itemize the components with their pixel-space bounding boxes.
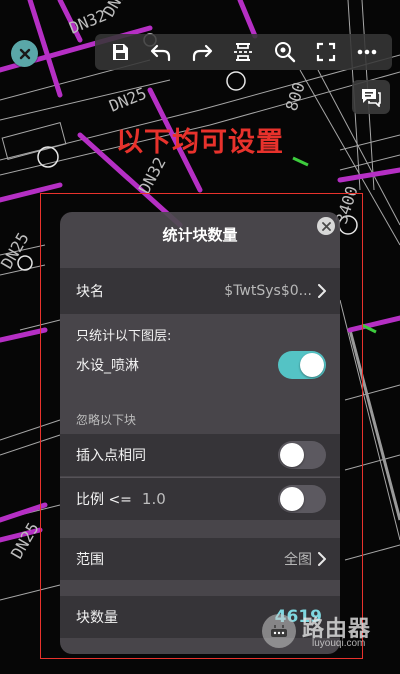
layer-filter-toggle[interactable]: [278, 351, 326, 379]
fullscreen-button[interactable]: [309, 35, 343, 69]
toggle-knob: [300, 353, 324, 377]
block-name-label: 块名: [76, 284, 104, 300]
comment-button[interactable]: [352, 80, 390, 114]
close-icon: [321, 221, 331, 231]
save-icon: [112, 44, 128, 60]
range-label: 范围: [76, 552, 104, 568]
range-value: 全图: [284, 552, 312, 568]
cad-label: DN32: [135, 154, 170, 197]
block-count-dialog: 统计块数量 块名 $TwtSys$0... 只统计以下图层: 水设_喷淋 忽略以…: [60, 212, 340, 654]
annotation-text: 以下均可设置: [116, 127, 284, 158]
cad-label: DN25: [7, 519, 43, 562]
close-drawing-button[interactable]: [11, 40, 38, 67]
chevron-right-icon: [318, 284, 326, 298]
same-insert-label: 插入点相同: [76, 448, 146, 464]
ignore-section-label: 忽略以下块: [76, 413, 137, 427]
same-insert-row: 插入点相同: [60, 434, 340, 476]
redo-button[interactable]: [185, 35, 219, 69]
more-icon: [358, 49, 377, 55]
layer-name: 水设_喷淋: [76, 358, 139, 374]
range-row[interactable]: 范围 全图: [60, 538, 340, 580]
zoom-icon: [274, 42, 295, 63]
toggle-knob: [280, 487, 304, 511]
close-icon: [19, 48, 30, 59]
router-icon: [271, 625, 287, 637]
dialog-close-button[interactable]: [317, 217, 335, 235]
watermark-url: luyouqi.com: [312, 638, 366, 649]
ratio-value-input[interactable]: 1.0: [142, 490, 166, 508]
cad-label: DN25: [0, 229, 33, 272]
layer-row: 水设_喷淋: [60, 348, 340, 382]
ratio-toggle[interactable]: [278, 485, 326, 513]
ratio-row: 比例 <= 1.0: [60, 478, 340, 520]
comment-icon: [362, 89, 381, 107]
cad-label: DN25: [106, 84, 149, 116]
layer-filter-label-row: 只统计以下图层:: [60, 320, 340, 348]
top-toolbar: [95, 34, 392, 70]
undo-icon: [150, 44, 171, 62]
measure-button[interactable]: [226, 35, 260, 69]
ratio-label: 比例 <=: [76, 492, 132, 508]
app-screen: DN32 DN25 DN32 DN25 DN25 DN25 800 3400: [0, 0, 400, 674]
measure-icon: [234, 43, 253, 61]
undo-button[interactable]: [144, 35, 178, 69]
block-count-label: 块数量: [76, 610, 118, 626]
same-insert-toggle[interactable]: [278, 441, 326, 469]
block-name-value: $TwtSys$0...: [224, 283, 312, 299]
fullscreen-icon: [316, 42, 336, 62]
more-button[interactable]: [350, 35, 384, 69]
toggle-knob: [280, 443, 304, 467]
redo-icon: [193, 44, 213, 62]
dialog-title: 统计块数量: [162, 225, 238, 244]
watermark-logo: [262, 614, 296, 648]
cad-label: 800: [282, 80, 309, 113]
chevron-right-icon: [318, 552, 326, 566]
block-count-row: 块数量 4619: [60, 596, 340, 638]
zoom-button[interactable]: [268, 35, 302, 69]
block-name-row[interactable]: 块名 $TwtSys$0...: [60, 268, 340, 314]
layer-filter-label: 只统计以下图层:: [76, 328, 172, 344]
save-button[interactable]: [103, 35, 137, 69]
